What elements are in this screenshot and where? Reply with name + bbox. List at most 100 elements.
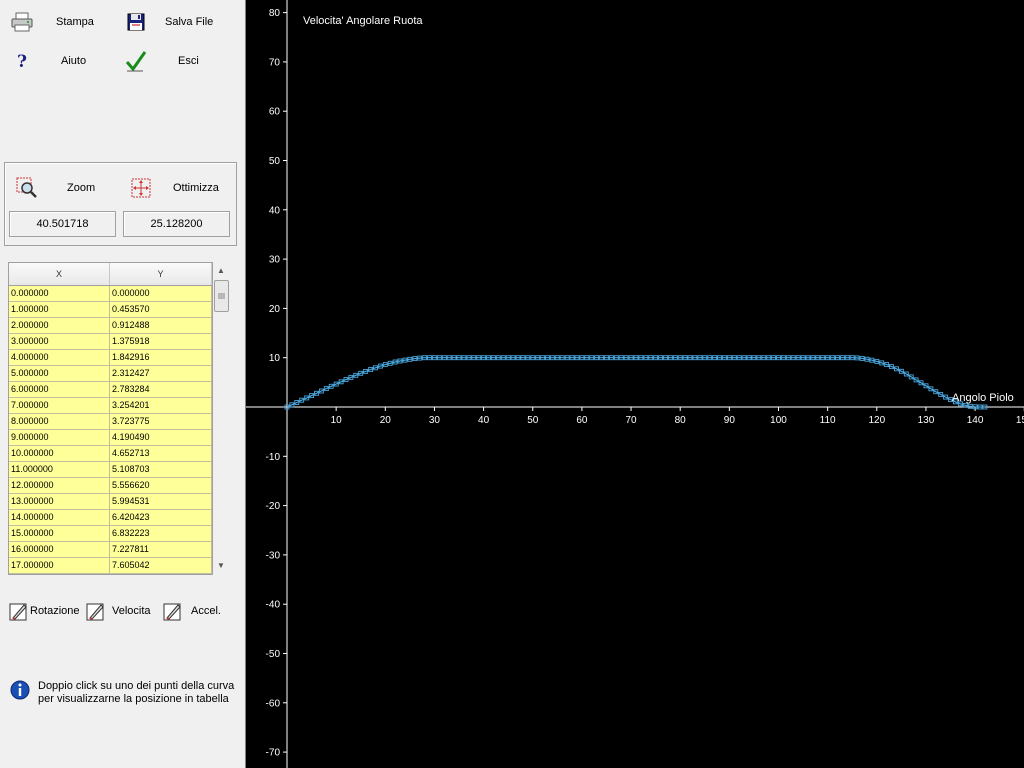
table-row[interactable]: 7.000000 3.254201 — [9, 398, 212, 414]
cell-y[interactable]: 1.842916 — [110, 350, 212, 366]
table-row[interactable]: 14.000000 6.420423 — [9, 510, 212, 526]
table-row[interactable]: 10.000000 4.652713 — [9, 446, 212, 462]
scroll-up-icon[interactable]: ▲ — [213, 262, 229, 278]
cell-y[interactable]: 2.783284 — [110, 382, 212, 398]
accel-toggle[interactable]: Accel. — [163, 601, 221, 621]
accel-label: Accel. — [191, 605, 221, 617]
cell-y[interactable]: 0.000000 — [110, 286, 212, 302]
cell-x[interactable]: 5.000000 — [9, 366, 110, 382]
table-row[interactable]: 6.000000 2.783284 — [9, 382, 212, 398]
cell-y[interactable]: 5.994531 — [110, 494, 212, 510]
table-row[interactable]: 0.000000 0.000000 — [9, 286, 212, 302]
data-table[interactable]: X Y 0.000000 0.000000 1.000000 0.453570 2.00… — [8, 262, 213, 575]
cell-x[interactable]: 17.000000 — [9, 558, 110, 574]
table-row[interactable]: 17.000000 7.605042 — [9, 558, 212, 574]
cell-x[interactable]: 6.000000 — [9, 382, 110, 398]
cell-y[interactable]: 7.227811 — [110, 542, 212, 558]
y-tick-label: -30 — [266, 550, 281, 561]
info-line-2: per visualizzarne la posizione in tabell… — [38, 693, 229, 705]
left-control-panel: Stampa Salva File ? Aiuto Esci Zoom Otti… — [0, 0, 245, 768]
velocity-toggle[interactable]: Velocita — [86, 601, 151, 621]
column-header-y[interactable]: Y — [110, 263, 212, 285]
cell-x[interactable]: 8.000000 — [9, 414, 110, 430]
rotation-label: Rotazione — [30, 605, 80, 617]
cell-y[interactable]: 4.652713 — [110, 446, 212, 462]
cell-y[interactable]: 3.723775 — [110, 414, 212, 430]
print-button[interactable]: Stampa — [10, 8, 110, 36]
cell-y[interactable]: 7.605042 — [110, 558, 212, 574]
scroll-thumb[interactable] — [214, 280, 229, 312]
x-tick-label: 70 — [625, 415, 637, 426]
cell-x[interactable]: 9.000000 — [9, 430, 110, 446]
y-tick-label: 50 — [269, 156, 281, 167]
cell-y[interactable]: 1.375918 — [110, 334, 212, 350]
print-label: Stampa — [56, 16, 94, 28]
y-tick-label: 60 — [269, 107, 281, 118]
cell-y[interactable]: 5.108703 — [110, 462, 212, 478]
chart-panel[interactable]: 80 70 60 50 40 30 20 10 -10 -20 -30 -40 -50 -60 -70 10 2… — [245, 0, 1024, 768]
table-row[interactable]: 5.000000 2.312427 — [9, 366, 212, 382]
cell-y[interactable]: 4.190490 — [110, 430, 212, 446]
column-header-x[interactable]: X — [9, 263, 110, 285]
cell-x[interactable]: 13.000000 — [9, 494, 110, 510]
table-row[interactable]: 1.000000 0.453570 — [9, 302, 212, 318]
x-tick-label: 90 — [724, 415, 736, 426]
scroll-down-icon[interactable]: ▼ — [213, 557, 229, 573]
cell-x[interactable]: 10.000000 — [9, 446, 110, 462]
x-tick-label: 40 — [478, 415, 490, 426]
y-tick-label: 30 — [269, 255, 281, 266]
zoom-button[interactable]: Zoom — [15, 174, 115, 202]
pencil-chart-icon — [86, 603, 104, 621]
printer-icon — [10, 10, 34, 34]
table-scrollbar[interactable]: ▲ ▼ — [213, 262, 229, 573]
cell-x[interactable]: 12.000000 — [9, 478, 110, 494]
table-row[interactable]: 11.000000 5.108703 — [9, 462, 212, 478]
help-button[interactable]: ? Aiuto — [10, 47, 110, 75]
cell-x[interactable]: 7.000000 — [9, 398, 110, 414]
y-tick-label: 80 — [269, 8, 281, 19]
table-row[interactable]: 13.000000 5.994531 — [9, 494, 212, 510]
table-row[interactable]: 15.000000 6.832223 — [9, 526, 212, 542]
x-tick-label: 50 — [527, 415, 539, 426]
velocity-chart[interactable]: 80 70 60 50 40 30 20 10 -10 -20 -30 -40 -50 -60 -70 10 2… — [246, 0, 1024, 768]
zoom-label: Zoom — [67, 182, 96, 194]
coord-x-field: 40.501718 — [9, 211, 116, 237]
table-header: X Y — [9, 263, 212, 286]
optimize-button[interactable]: Ottimizza — [129, 174, 229, 202]
exit-button[interactable]: Esci — [124, 47, 224, 75]
cell-x[interactable]: 16.000000 — [9, 542, 110, 558]
cell-x[interactable]: 4.000000 — [9, 350, 110, 366]
floppy-disk-icon — [124, 10, 148, 34]
rotation-toggle[interactable]: Rotazione — [9, 601, 80, 621]
save-file-button[interactable]: Salva File — [124, 8, 234, 36]
x-tick-label: 150 — [1016, 415, 1024, 426]
table-body: 0.000000 0.000000 1.000000 0.453570 2.000000… — [9, 286, 212, 574]
cell-y[interactable]: 0.453570 — [110, 302, 212, 318]
table-row[interactable]: 9.000000 4.190490 — [9, 430, 212, 446]
cell-x[interactable]: 15.000000 — [9, 526, 110, 542]
table-row[interactable]: 8.000000 3.723775 — [9, 414, 212, 430]
table-row[interactable]: 16.000000 7.227811 — [9, 542, 212, 558]
cell-x[interactable]: 0.000000 — [9, 286, 110, 302]
cell-y[interactable]: 2.312427 — [110, 366, 212, 382]
cell-x[interactable]: 11.000000 — [9, 462, 110, 478]
x-tick-label: 80 — [675, 415, 687, 426]
table-row[interactable]: 3.000000 1.375918 — [9, 334, 212, 350]
cell-y[interactable]: 6.832223 — [110, 526, 212, 542]
cell-x[interactable]: 3.000000 — [9, 334, 110, 350]
table-row[interactable]: 12.000000 5.556620 — [9, 478, 212, 494]
table-row[interactable]: 2.000000 0.912488 — [9, 318, 212, 334]
info-icon — [10, 680, 30, 700]
cell-x[interactable]: 2.000000 — [9, 318, 110, 334]
cell-x[interactable]: 14.000000 — [9, 510, 110, 526]
y-tick-label: 10 — [269, 353, 281, 364]
cell-y[interactable]: 6.420423 — [110, 510, 212, 526]
x-tick-label: 60 — [576, 415, 588, 426]
cell-y[interactable]: 5.556620 — [110, 478, 212, 494]
pencil-chart-icon — [9, 603, 27, 621]
table-row[interactable]: 4.000000 1.842916 — [9, 350, 212, 366]
cell-x[interactable]: 1.000000 — [9, 302, 110, 318]
cell-y[interactable]: 3.254201 — [110, 398, 212, 414]
cell-y[interactable]: 0.912488 — [110, 318, 212, 334]
y-tick-label: 70 — [269, 57, 281, 68]
